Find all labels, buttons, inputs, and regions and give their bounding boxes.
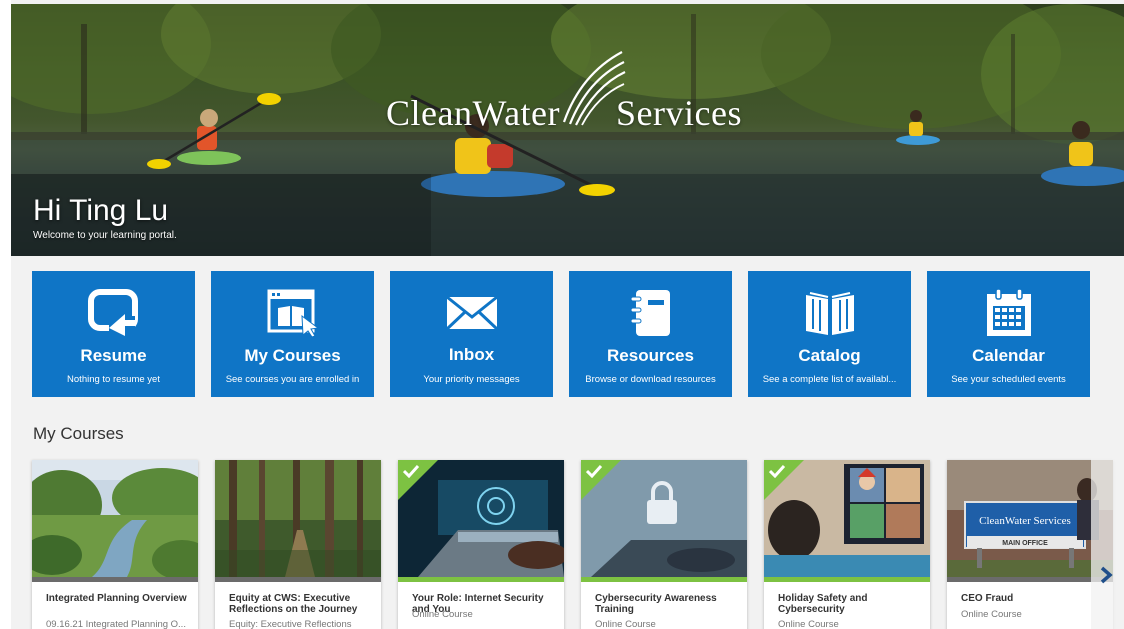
progress-bar — [581, 577, 747, 582]
catalog-tile[interactable]: Catalog See a complete list of availabl.… — [748, 271, 911, 397]
course-card-internet-security[interactable]: Your Role: Internet Security and You Onl… — [398, 460, 564, 629]
calendar-tile[interactable]: Calendar See your scheduled events — [927, 271, 1090, 397]
course-subtitle: Equity: Executive Reflections — [229, 619, 352, 629]
learning-portal-page: CleanWater Services Hi Ting Lu Welcome to… — [0, 0, 1124, 629]
progress-bar — [398, 577, 564, 582]
welcome-message: Welcome to your learning portal. — [33, 230, 177, 241]
tile-title: My Courses — [244, 346, 341, 365]
course-card-cybersecurity-awareness[interactable]: Cybersecurity Awareness Training Online … — [581, 460, 747, 629]
tile-title: Calendar — [972, 346, 1045, 365]
forest-path-thumbnail — [215, 460, 381, 577]
notebook-icon — [569, 287, 732, 339]
hero-banner: CleanWater Services Hi Ting Lu Welcome to… — [11, 4, 1124, 256]
tile-title: Resources — [607, 346, 694, 365]
resources-tile[interactable]: Resources Browse or download resources — [569, 271, 732, 397]
padlock-laptop-thumbnail — [581, 460, 747, 577]
progress-bar — [947, 577, 1113, 582]
course-card-integrated-planning[interactable]: Integrated Planning Overview 09.16.21 In… — [32, 460, 198, 629]
course-card-holiday-safety[interactable]: Holiday Safety and Cybersecurity Online … — [764, 460, 930, 629]
river-valley-thumbnail — [32, 460, 198, 577]
sign-label-text: MAIN OFFICE — [1002, 540, 1048, 547]
main-office-sign-thumbnail: CleanWater Services MAIN OFFICE — [947, 460, 1113, 577]
progress-bar — [215, 577, 381, 582]
course-title: Equity at CWS: Executive Reflections on … — [229, 593, 358, 615]
tile-subtitle: Nothing to resume yet — [67, 374, 160, 385]
carousel-next-button[interactable] — [1091, 452, 1124, 629]
resume-tile[interactable]: Resume Nothing to resume yet — [32, 271, 195, 397]
course-title: Holiday Safety and Cybersecurity — [778, 593, 868, 615]
course-card-ceo-fraud[interactable]: CleanWater Services MAIN OFFICE CEO Frau… — [947, 460, 1113, 629]
sign-logo-text: CleanWater Services — [979, 515, 1071, 527]
tile-subtitle: See your scheduled events — [951, 374, 1066, 385]
course-title: CEO Fraud — [961, 593, 1014, 604]
course-title: Integrated Planning Overview — [46, 593, 187, 604]
progress-bar — [764, 577, 930, 582]
tile-subtitle: Your priority messages — [423, 374, 520, 385]
course-subtitle: Online Course — [961, 609, 1022, 620]
calendar-icon — [927, 287, 1090, 339]
tile-title: Resume — [80, 346, 147, 365]
course-subtitle: 09.16.21 Integrated Planning O... — [46, 619, 186, 629]
checkmark-icon — [403, 464, 419, 478]
my-courses-section-title: My Courses — [33, 424, 124, 443]
tile-title: Inbox — [448, 345, 495, 364]
book-icon — [748, 287, 911, 339]
course-title: Cybersecurity Awareness Training — [595, 593, 717, 615]
course-card-equity[interactable]: Equity at CWS: Executive Reflections on … — [215, 460, 381, 629]
page-margin — [0, 0, 11, 629]
clean-water-services-logo: CleanWater Services — [386, 93, 742, 133]
course-subtitle: Online Course — [595, 619, 656, 629]
tile-subtitle: Browse or download resources — [585, 374, 716, 385]
resume-icon — [32, 287, 195, 339]
envelope-icon — [390, 287, 553, 339]
checkmark-icon — [586, 464, 602, 478]
laptop-security-thumbnail — [398, 460, 564, 577]
chevron-right-icon — [1100, 566, 1113, 584]
checkmark-icon — [769, 464, 785, 478]
inbox-tile[interactable]: Inbox Your priority messages — [390, 271, 553, 397]
tile-subtitle: See a complete list of availabl... — [762, 374, 897, 385]
my-courses-tile[interactable]: My Courses See courses you are enrolled … — [211, 271, 374, 397]
my-courses-icon — [211, 287, 374, 339]
course-subtitle: Online Course — [412, 609, 473, 620]
progress-bar — [32, 577, 198, 582]
course-subtitle: Online Course — [778, 619, 839, 629]
tile-title: Catalog — [798, 346, 861, 365]
tile-subtitle: See courses you are enrolled in — [225, 374, 360, 385]
greeting-heading: Hi Ting Lu — [33, 194, 169, 227]
video-call-thumbnail — [764, 460, 930, 577]
